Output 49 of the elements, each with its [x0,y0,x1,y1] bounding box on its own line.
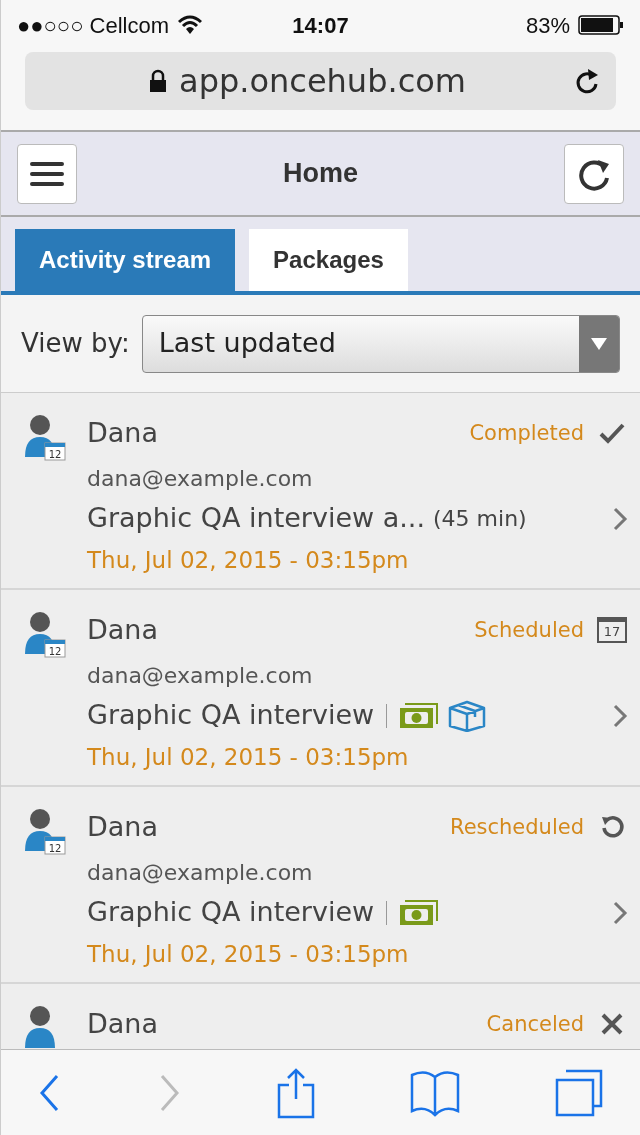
duration-label: (45 min) [433,505,527,533]
money-icon [399,898,440,927]
sort-dropdown[interactable]: Last updated [141,314,620,373]
chevron-right-icon[interactable] [612,702,628,729]
view-by-label: View by: [21,327,130,360]
contact-email: dana@example.com [87,858,314,887]
status-label: Completed [469,419,584,447]
contact-name: Dana [87,416,159,450]
refresh-button[interactable] [564,143,624,204]
event-date: Thu, Jul 02, 2015 - 03:15pm [87,545,410,575]
lock-icon [149,69,168,93]
share-icon [275,1066,316,1119]
clock: 14:07 [292,11,349,40]
chevron-right-icon[interactable] [612,505,628,532]
event-date: Thu, Jul 02, 2015 - 03:15pm [87,939,410,969]
box-icon [447,699,488,732]
money-icon [399,701,440,730]
status-label: Scheduled [474,616,584,644]
event-date: Thu, Jul 02, 2015 - 03:15pm [87,742,410,772]
close-icon [600,1012,624,1037]
url-text: app.oncehub.com [179,61,466,102]
carrier-label: ●●○○○ Cellcom [17,11,169,40]
event-title: Graphic QA interview a... [87,501,425,536]
book-icon [408,1068,461,1117]
battery-icon [578,14,624,36]
contact-name: Dana [87,1007,159,1041]
tab[interactable]: Packages [249,229,408,291]
calendar-icon: 17 [597,617,627,644]
menu-icon [29,159,65,188]
check-icon [598,422,626,445]
chevron-right-icon[interactable] [612,899,628,926]
page-title: Home [282,157,359,191]
wifi-icon [177,15,203,35]
event-title: Graphic QA interview [87,895,375,930]
contact-name: Dana [87,810,159,844]
event-title: Graphic QA interview [87,698,375,733]
battery-percent: 83% [525,11,570,40]
status-label: Canceled [486,1010,584,1038]
contact-email: dana@example.com [87,464,314,493]
contact-name: Dana [87,613,159,647]
tab[interactable]: Activity stream [15,229,236,291]
caret-icon [590,336,608,351]
menu-button[interactable] [17,143,77,204]
undo-icon [599,814,625,841]
status-label: Rescheduled [450,813,584,841]
tabs-icon [554,1067,604,1118]
reload-icon[interactable] [574,67,600,95]
contact-email: dana@example.com [87,661,314,690]
address-bar[interactable]: app.oncehub.com [25,52,616,110]
